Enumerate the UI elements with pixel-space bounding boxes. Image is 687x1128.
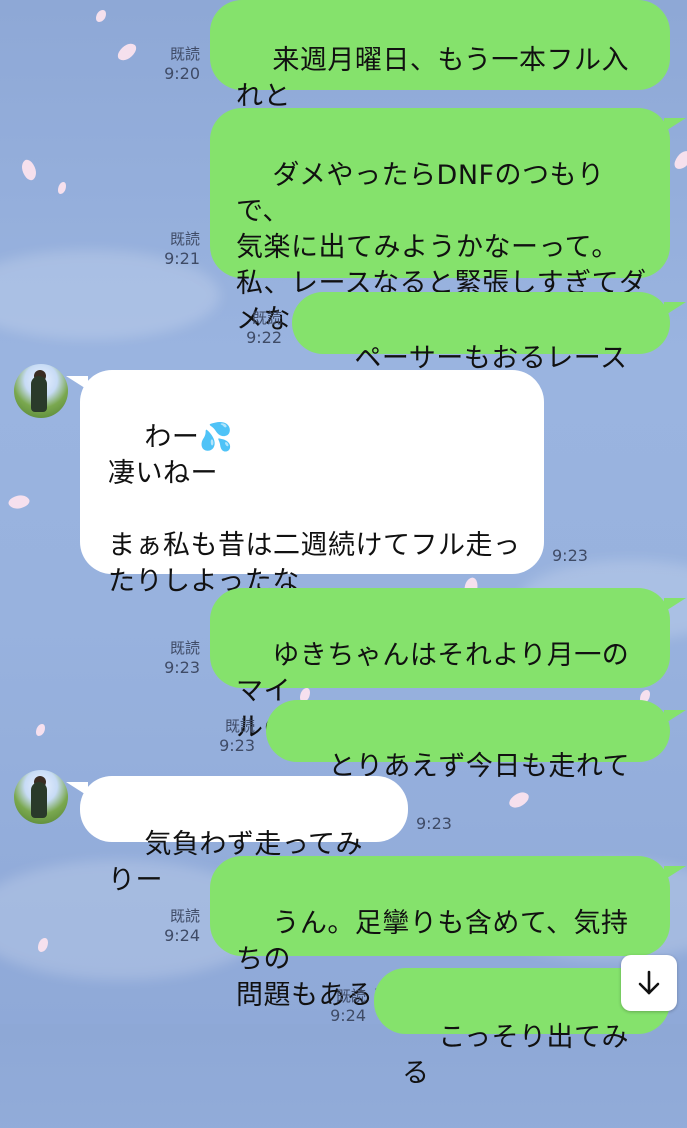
message-meta: 既読 9:24 xyxy=(316,986,366,1026)
bubble-tail xyxy=(664,302,686,316)
message-text: こっそり出てみる xyxy=(402,1022,629,1089)
read-receipt: 既読 xyxy=(169,907,200,925)
incoming-message-bubble[interactable]: わー💦 凄いねー まぁ私も昔は二週続けてフル走っ たりしよったな xyxy=(80,370,544,597)
scroll-to-bottom-button[interactable] xyxy=(621,955,677,1011)
message-time: 9:24 xyxy=(164,926,200,945)
bubble-tail xyxy=(664,118,686,132)
message-meta: 既読 9:23 xyxy=(150,638,200,678)
outgoing-message-bubble[interactable]: とりあえず今日も走れてるし xyxy=(266,700,670,818)
bubble-tail xyxy=(664,866,686,880)
chat-message-list[interactable]: 既読 9:20 来週月曜日、もう一本フル入れと るんよね。河川敷やけど、公認。 … xyxy=(0,0,687,1089)
message-text: わー💦 凄いねー まぁ私も昔は二週続けてフル走っ たりしよったな xyxy=(108,422,521,597)
outgoing-message-bubble[interactable]: ダメやったらDNFのつもりで、 気楽に出てみようかなーって。 私、レースなると緊… xyxy=(210,108,670,335)
incoming-message-bubble[interactable]: 気負わず走ってみりー xyxy=(80,776,408,896)
message-meta: 既読 9:20 xyxy=(150,44,200,84)
read-receipt: 既読 xyxy=(335,987,366,1005)
message-time: 9:23 xyxy=(416,814,452,833)
message-time: 9:21 xyxy=(164,249,200,268)
bubble-tail xyxy=(664,710,686,724)
message-time: 9:23 xyxy=(219,736,255,755)
arrow-down-icon xyxy=(638,970,660,995)
read-receipt: 既読 xyxy=(251,309,282,327)
read-receipt: 既読 xyxy=(169,45,200,63)
read-receipt: 既読 xyxy=(169,230,200,248)
bubble-tail xyxy=(664,598,686,612)
outgoing-message-bubble[interactable]: ペーサーもおるレースやし xyxy=(292,292,670,410)
message-meta: 既読 9:21 xyxy=(150,229,200,269)
message-meta: 既読 9:22 xyxy=(232,308,282,348)
read-receipt: 既読 xyxy=(169,639,200,657)
message-time: 9:24 xyxy=(330,1006,366,1025)
outgoing-message-bubble[interactable]: ゆきちゃんはそれより月一のマイ ルのがヤバいやん😂 xyxy=(210,588,670,743)
outgoing-message-bubble[interactable]: うん。足攣りも含めて、気持ちの 問題もあるかもしれんから xyxy=(210,856,670,1011)
message-time: 9:23 xyxy=(552,546,588,565)
avatar[interactable] xyxy=(14,364,68,418)
read-receipt: 既読 xyxy=(224,717,255,735)
message-meta: 既読 9:23 xyxy=(205,716,255,756)
outgoing-message-bubble[interactable]: 来週月曜日、もう一本フル入れと るんよね。河川敷やけど、公認。 xyxy=(210,0,670,148)
message-time: 9:20 xyxy=(164,64,200,83)
message-time: 9:23 xyxy=(164,658,200,677)
avatar[interactable] xyxy=(14,770,68,824)
message-meta: 既読 9:24 xyxy=(150,906,200,946)
message-time: 9:22 xyxy=(246,328,282,347)
